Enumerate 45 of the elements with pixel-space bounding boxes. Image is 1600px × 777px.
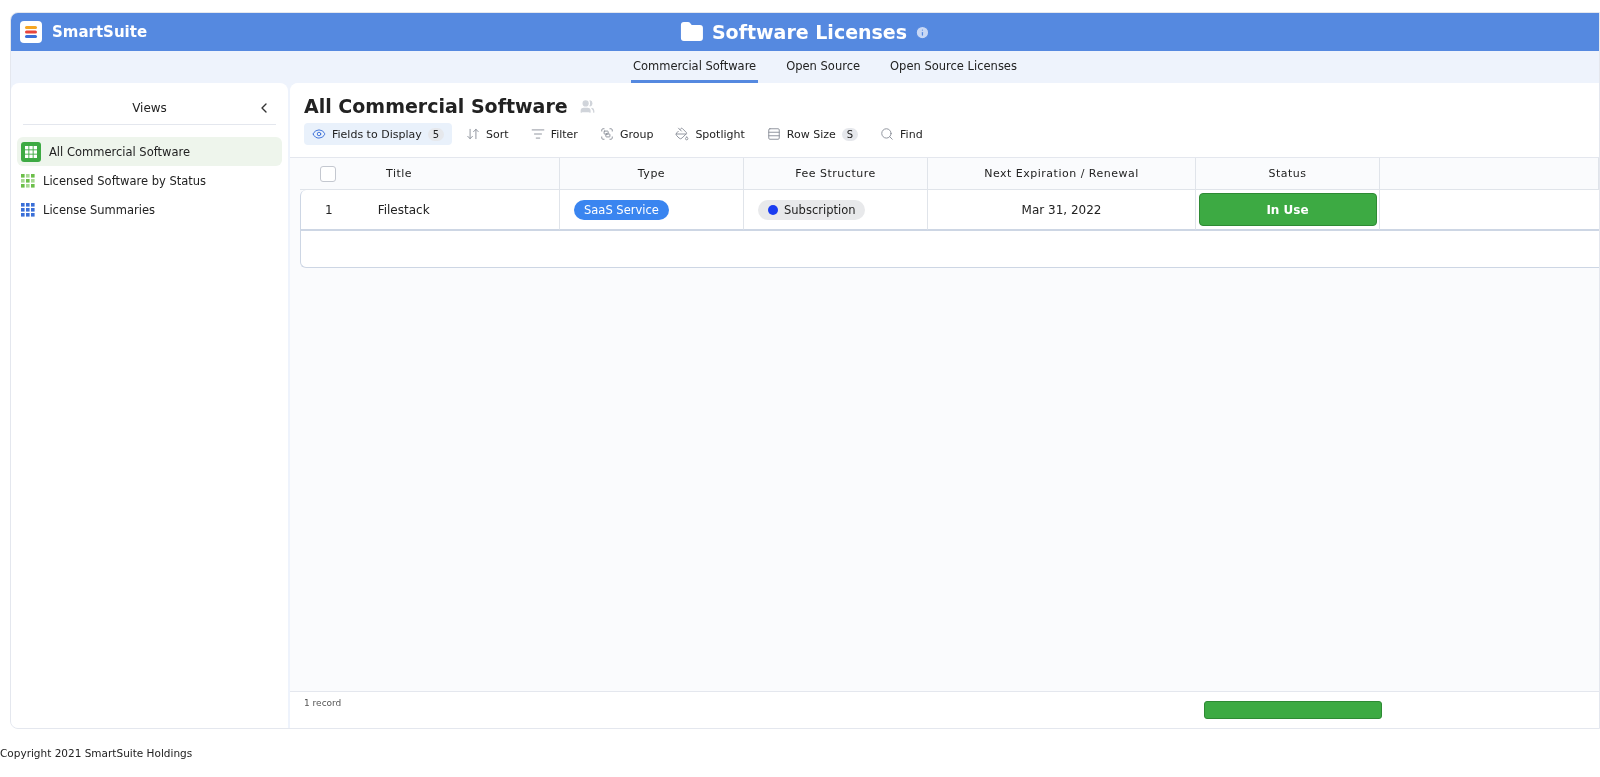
toolbar-button[interactable]: Fields to Display 5 (304, 123, 453, 145)
status-tag: In Use (1198, 193, 1377, 226)
eye-icon (312, 127, 326, 141)
sort-icon (466, 127, 481, 141)
solution-title: Software Licenses (711, 21, 908, 43)
column-header[interactable]: Next Expiration / Renewal (928, 158, 1196, 190)
table-tab[interactable]: Open Source Licenses (888, 51, 1019, 83)
toolbar-button[interactable]: Filter (522, 123, 586, 145)
column-header[interactable]: Fee Structure (744, 158, 928, 190)
copyright-text: Copyright 2021 SmartSuite Holdings (0, 746, 194, 761)
record-count: 1 record (303, 697, 343, 710)
view-title: All Commercial Software (304, 95, 568, 117)
folder-icon (679, 20, 704, 44)
toolbar-button[interactable]: Row Size S (758, 123, 867, 145)
view-item[interactable]: All Commercial Software (17, 137, 282, 166)
summary-grid-icon (21, 202, 35, 217)
filter-icon (530, 127, 545, 141)
view-item[interactable]: Licensed Software by Status (17, 166, 282, 195)
column-header[interactable]: Type (560, 158, 744, 190)
info-icon (915, 24, 931, 40)
people-icon (579, 98, 595, 114)
date-cell: Mar 31, 2022 (928, 190, 1196, 230)
brand-name: SmartSuite (52, 23, 148, 41)
fee-tag: Subscription (758, 199, 866, 220)
paint-bucket-icon (675, 127, 690, 141)
grid-icon (21, 141, 41, 162)
column-header[interactable]: Title (386, 167, 413, 180)
add-row[interactable] (300, 230, 1599, 268)
search-icon (880, 127, 895, 141)
select-all-checkbox[interactable] (320, 165, 336, 182)
toolbar-button[interactable]: Group (591, 123, 662, 145)
toolbar-button[interactable]: Sort (458, 123, 517, 145)
sidebar-title: Views (132, 100, 167, 115)
row-number: 1 (325, 202, 333, 217)
type-tag: SaaS Service (574, 199, 669, 220)
table-tab[interactable]: Open Source (784, 51, 863, 83)
kanban-icon (21, 173, 35, 188)
toolbar-button[interactable]: Find (872, 123, 931, 145)
toolbar-button[interactable]: Spotlight (667, 123, 753, 145)
logo-icon (20, 21, 42, 43)
column-header[interactable]: Status (1196, 158, 1380, 190)
view-item[interactable]: License Summaries (17, 195, 282, 224)
title-cell: Filestack (377, 202, 430, 217)
group-icon (599, 127, 614, 141)
row-size-icon (766, 127, 781, 141)
